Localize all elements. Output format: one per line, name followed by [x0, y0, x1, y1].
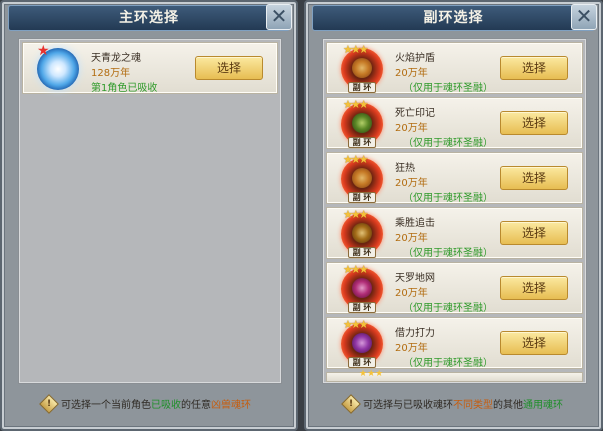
sub-ring-badge: 副 环	[348, 82, 376, 93]
ring-card: ★★★ 副 环 乘胜追击 20万年 （仅用于魂环圣融） 选择	[326, 207, 583, 259]
ring-note: （仅用于魂环圣融）	[403, 358, 493, 369]
footer-text: 可选择与已吸收魂环	[363, 400, 453, 411]
select-button[interactable]: 选择	[500, 276, 568, 300]
footer-highlight-different-type: 不同类型	[453, 400, 493, 411]
footer-highlight-beast-ring: 凶兽魂环	[211, 400, 251, 411]
select-button[interactable]: 选择	[500, 56, 568, 80]
ring-note: （仅用于魂环圣融）	[403, 248, 493, 259]
ring-name: 火焰护盾	[395, 53, 435, 64]
footer-text: 可选择一个当前角色	[61, 400, 151, 411]
star-icon: ★★★	[343, 208, 369, 221]
fire-shield-icon: ★★★ 副 环	[341, 43, 383, 93]
ring-years: 20万年	[395, 343, 428, 354]
ring-note: （仅用于魂环圣融）	[403, 83, 493, 94]
star-icon: ★★★	[343, 318, 369, 331]
ring-years: 128万年	[91, 68, 131, 79]
sub-ring-panel: 副环选择 ✕ ★★★ 副 环 火焰护盾 20万年 （仅用于魂环圣融） 选择 ★★…	[304, 0, 603, 431]
select-button[interactable]: 选择	[500, 331, 568, 355]
footer-text: 的其他	[493, 400, 523, 411]
star-icon: ★★★	[359, 369, 384, 379]
tip-icon: !	[39, 394, 59, 414]
ring-card: ★ 天青龙之魂 128万年 第1角色已吸收 选择	[22, 42, 278, 94]
ring-status: 第1角色已吸收	[91, 83, 158, 94]
panel-title-main: 主环选择	[8, 5, 290, 31]
death-mark-icon: ★★★ 副 环	[341, 98, 383, 148]
panel-title-sub: 副环选择	[312, 5, 595, 31]
ring-name: 天青龙之魂	[91, 53, 141, 64]
ring-name: 狂热	[395, 163, 415, 174]
close-icon[interactable]: ✕	[266, 4, 292, 30]
ring-card: ★★★ 副 环 天罗地网 20万年 （仅用于魂环圣融） 选择	[326, 262, 583, 314]
frenzy-icon: ★★★ 副 环	[341, 153, 383, 203]
ring-years: 20万年	[395, 288, 428, 299]
ring-name: 借力打力	[395, 328, 435, 339]
star-icon: ★★★	[343, 98, 369, 111]
ring-name: 死亡印记	[395, 108, 435, 119]
ring-note: （仅用于魂环圣融）	[403, 303, 493, 314]
select-button[interactable]: 选择	[500, 166, 568, 190]
select-button[interactable]: 选择	[500, 221, 568, 245]
ring-years: 20万年	[395, 123, 428, 134]
ring-name: 乘胜追击	[395, 218, 435, 229]
ring-name: 天罗地网	[395, 273, 435, 284]
ring-years: 20万年	[395, 233, 428, 244]
ring-card-partial: ★★★	[326, 369, 583, 382]
tip-icon: !	[341, 394, 361, 414]
ring-card: ★★★ 副 环 火焰护盾 20万年 （仅用于魂环圣融） 选择	[326, 42, 583, 94]
select-button[interactable]: 选择	[500, 111, 568, 135]
ring-note: （仅用于魂环圣融）	[403, 138, 493, 149]
sub-footer-tip: ! 可选择与已吸收魂环不同类型的其他通用魂环	[306, 394, 601, 415]
footer-highlight-absorbed: 已吸收	[151, 400, 181, 411]
sub-ring-badge: 副 环	[348, 357, 376, 368]
ring-years: 20万年	[395, 68, 428, 79]
ring-card: ★★★ 副 环 死亡印记 20万年 （仅用于魂环圣融） 选择	[326, 97, 583, 149]
footer-text: 的任意	[181, 400, 211, 411]
star-icon: ★★★	[343, 263, 369, 276]
sub-ring-badge: 副 环	[348, 247, 376, 258]
net-icon: ★★★ 副 环	[341, 263, 383, 313]
pursuit-icon: ★★★ 副 环	[341, 208, 383, 258]
main-ring-panel: 主环选择 ✕ ★ 天青龙之魂 128万年 第1角色已吸收 选择 ! 可选择一个当前…	[0, 0, 298, 431]
footer-highlight-general-ring: 通用魂环	[523, 400, 563, 411]
star-icon: ★★★	[343, 43, 369, 56]
counter-force-icon: ★★★ 副 环	[341, 318, 383, 368]
soul-ring-icon: ★	[37, 44, 79, 90]
close-icon[interactable]: ✕	[571, 4, 597, 30]
sub-ring-badge: 副 环	[348, 192, 376, 203]
sub-ring-list[interactable]: ★★★ 副 环 火焰护盾 20万年 （仅用于魂环圣融） 选择 ★★★ 副 环 死…	[322, 38, 587, 384]
sub-ring-badge: 副 环	[348, 302, 376, 313]
ring-card: ★★★ 副 环 借力打力 20万年 （仅用于魂环圣融） 选择	[326, 317, 583, 369]
main-ring-list[interactable]: ★ 天青龙之魂 128万年 第1角色已吸收 选择	[18, 38, 282, 384]
ring-years: 20万年	[395, 178, 428, 189]
main-footer-tip: ! 可选择一个当前角色已吸收的任意凶兽魂环	[2, 394, 296, 415]
ring-card: ★★★ 副 环 狂热 20万年 （仅用于魂环圣融） 选择	[326, 152, 583, 204]
star-icon: ★	[37, 43, 50, 59]
select-button[interactable]: 选择	[195, 56, 263, 80]
ring-note: （仅用于魂环圣融）	[403, 193, 493, 204]
star-icon: ★★★	[343, 153, 369, 166]
sub-ring-badge: 副 环	[348, 137, 376, 148]
